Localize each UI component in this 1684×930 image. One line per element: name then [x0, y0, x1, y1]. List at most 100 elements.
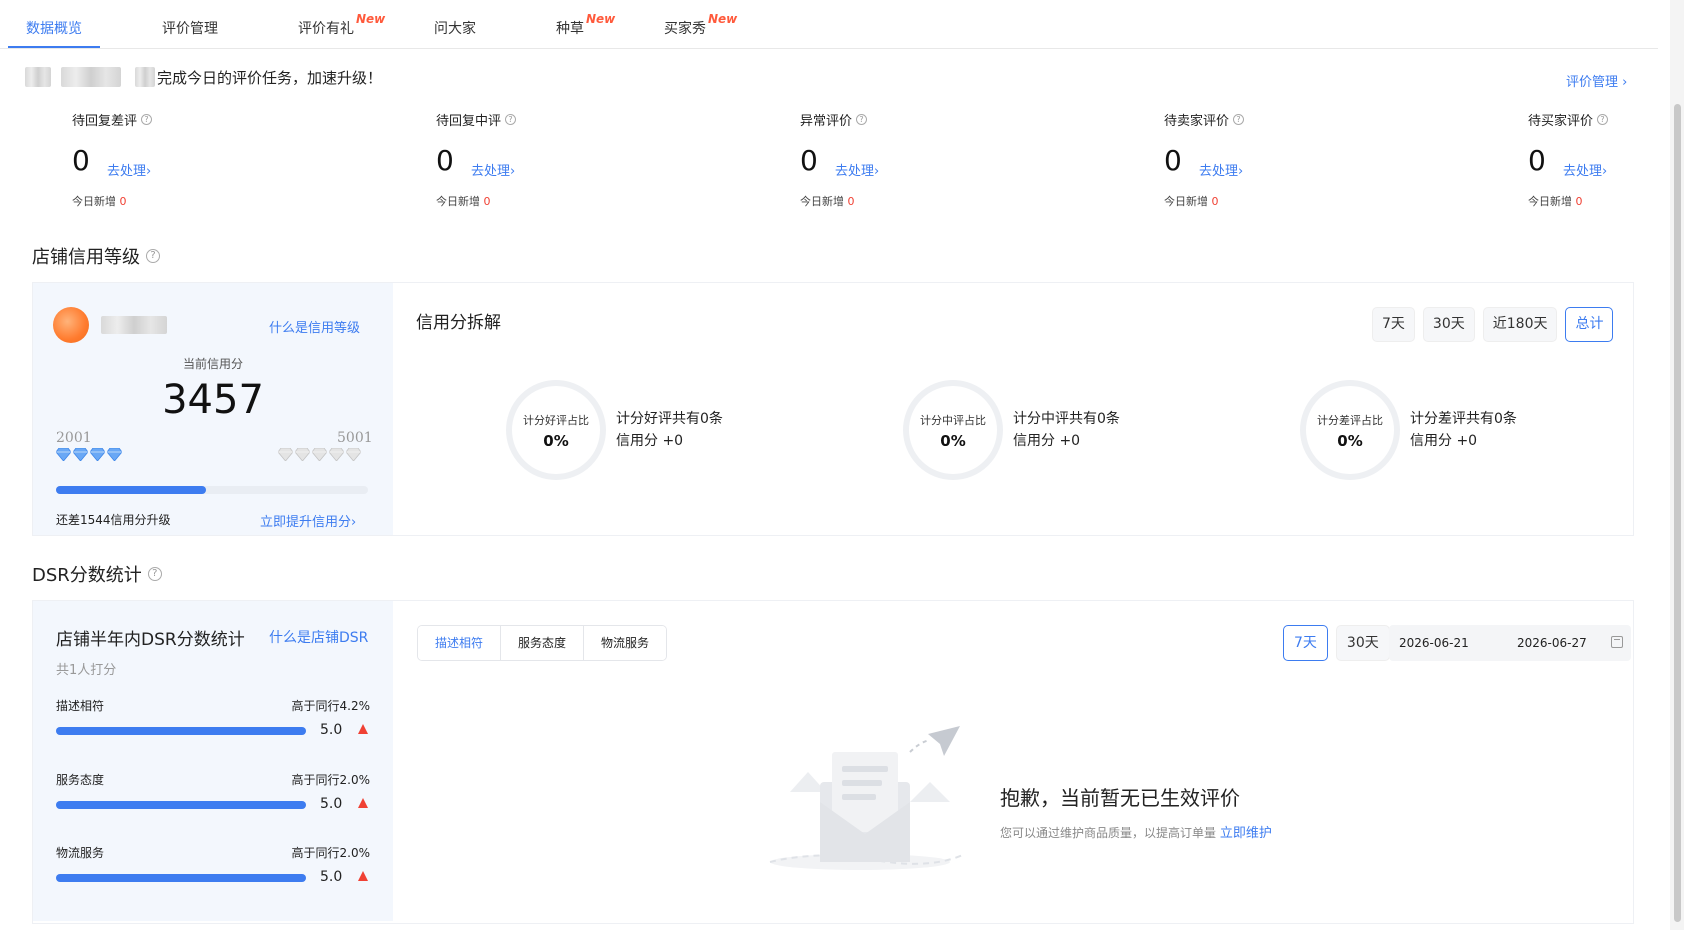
raise-credit-link[interactable]: 立即提升信用分› [260, 511, 356, 530]
range-7d-button[interactable]: 7天 [1283, 625, 1328, 661]
dsr-score-bar-fill [56, 801, 306, 809]
greeting-line: 完成今日的评价任务，加速升级！ [25, 67, 382, 87]
help-icon[interactable]: ? [856, 114, 868, 125]
ring-percentage: 0% [940, 432, 966, 450]
handle-link[interactable]: 去处理› [107, 160, 151, 179]
up-arrow-icon [358, 798, 368, 808]
stat-value: 0 [1528, 144, 1546, 177]
handle-link[interactable]: 去处理› [835, 160, 879, 179]
calendar-icon[interactable] [1611, 636, 1623, 648]
new-badge: New [708, 12, 738, 26]
ring-score-text: 信用分 +0 [1013, 433, 1081, 449]
period-180d-button[interactable]: 近180天 [1482, 307, 1558, 342]
handle-link[interactable]: 去处理› [1199, 160, 1243, 179]
today-label: 今日新增 [1164, 195, 1208, 208]
tab-label: 评价管理 [162, 21, 218, 37]
dsr-score-bar [56, 801, 306, 809]
range-30d-button[interactable]: 30天 [1335, 625, 1390, 661]
stat-value: 0 [72, 144, 90, 177]
tab-review-management[interactable]: 评价管理 [162, 18, 218, 38]
period-30d-button[interactable]: 30天 [1422, 307, 1475, 342]
stat-abnormal: 异常评价? 0 去处理› 今日新增 0 [800, 110, 1020, 210]
tab-label: 评价有礼 [298, 21, 354, 37]
credit-breakdown-title: 信用分拆解 [416, 313, 501, 333]
stat-title: 待买家评价 [1528, 114, 1594, 129]
maintain-now-link[interactable]: 立即维护 [1220, 826, 1272, 841]
ring-count-text: 计分好评共有0条 [616, 411, 723, 427]
dsr-item-name: 物流服务 [56, 846, 105, 860]
tab-service-attitude[interactable]: 服务态度 [501, 626, 585, 660]
dsr-item-name: 服务态度 [56, 773, 105, 787]
good-ratio-block: 计分好评占比 0% 计分好评共有0条 信用分 +0 [506, 380, 866, 484]
dsr-score-bar [56, 727, 306, 735]
diamond-icon [90, 448, 105, 461]
dsr-item-score: 5.0 [320, 722, 343, 738]
stat-title: 待卖家评价 [1164, 114, 1230, 129]
help-icon[interactable]: ? [141, 114, 153, 125]
stat-title: 异常评价 [800, 114, 853, 129]
dsr-item-compare: 高于同行2.0% [291, 773, 371, 787]
period-7d-button[interactable]: 7天 [1372, 307, 1415, 342]
date-end: 2026-06-27 [1517, 636, 1587, 650]
date-range-picker[interactable]: 2026-06-21 2026-06-27 [1389, 625, 1631, 661]
period-total-button[interactable]: 总计 [1565, 307, 1614, 342]
help-icon[interactable]: ? [147, 567, 162, 581]
tab-ask-everyone[interactable]: 问大家 [434, 18, 476, 38]
scrollbar-thumb[interactable] [1674, 104, 1681, 922]
stat-pending-buyer: 待买家评价? 0 去处理› 今日新增 0 [1528, 110, 1638, 210]
tab-seeding[interactable]: 种草 New [556, 12, 615, 38]
up-arrow-icon [358, 724, 368, 734]
today-value: 0 [119, 195, 127, 208]
dsr-item-compare: 高于同行2.0% [291, 846, 371, 860]
blurred-username [61, 67, 121, 87]
level-min-score: 2001 [56, 430, 92, 446]
handle-link[interactable]: 去处理› [471, 160, 515, 179]
current-credit-score: 3457 [162, 377, 264, 423]
ring-percentage: 0% [543, 432, 569, 450]
handle-link[interactable]: 去处理› [1563, 160, 1607, 179]
diamond-icon [107, 448, 122, 461]
credit-progress-bar [56, 486, 368, 494]
dsr-range-selector: 7天 30天 [1283, 625, 1390, 661]
ratio-ring [903, 380, 1003, 480]
empty-state-title: 抱歉，当前暂无已生效评价 [1000, 786, 1240, 810]
tab-data-overview[interactable]: 数据概览 [26, 18, 82, 38]
help-icon[interactable]: ? [1597, 114, 1609, 125]
new-badge: New [586, 12, 616, 26]
vertical-scrollbar[interactable] [1670, 0, 1684, 930]
stat-value: 0 [1164, 144, 1182, 177]
ratio-ring [506, 380, 606, 480]
today-label: 今日新增 [436, 195, 480, 208]
help-icon[interactable]: ? [146, 249, 160, 263]
shop-avatar [53, 307, 89, 343]
diamond-icon [329, 448, 344, 461]
ring-label: 计分中评占比 [920, 414, 986, 427]
today-label: 今日新增 [72, 195, 116, 208]
tab-buyer-show[interactable]: 买家秀 New [664, 12, 737, 38]
bad-ratio-block: 计分差评占比 0% 计分差评共有0条 信用分 +0 [1300, 380, 1600, 484]
dsr-item-score: 5.0 [320, 796, 343, 812]
ring-label: 计分差评占比 [1317, 414, 1383, 427]
diamond-icon [312, 448, 327, 461]
tab-review-gift[interactable]: 评价有礼 New [298, 12, 385, 38]
new-badge: New [356, 12, 386, 26]
diamond-icon [346, 448, 361, 461]
what-is-credit-link[interactable]: 什么是信用等级 [269, 317, 360, 336]
dsr-item-logistics: 物流服务 高于同行2.0% 5.0 [56, 844, 370, 894]
what-is-dsr-link[interactable]: 什么是店铺DSR [269, 627, 368, 647]
review-management-link[interactable]: 评价管理 › [1566, 71, 1627, 90]
dsr-item-score: 5.0 [320, 869, 343, 885]
today-value: 0 [1211, 195, 1219, 208]
today-label: 今日新增 [1528, 195, 1572, 208]
tab-logistics-service[interactable]: 物流服务 [584, 626, 667, 660]
help-icon[interactable]: ? [505, 114, 517, 125]
today-label: 今日新增 [800, 195, 844, 208]
credit-period-selector: 7天 30天 近180天 总计 [1372, 307, 1614, 342]
current-level-gems [56, 448, 122, 461]
up-arrow-icon [358, 871, 368, 881]
tab-description-match[interactable]: 描述相符 [418, 626, 502, 660]
help-icon[interactable]: ? [1233, 114, 1245, 125]
empty-mailbox-illustration [769, 726, 966, 870]
blurred-username [25, 67, 51, 87]
active-tab-indicator [8, 46, 100, 48]
